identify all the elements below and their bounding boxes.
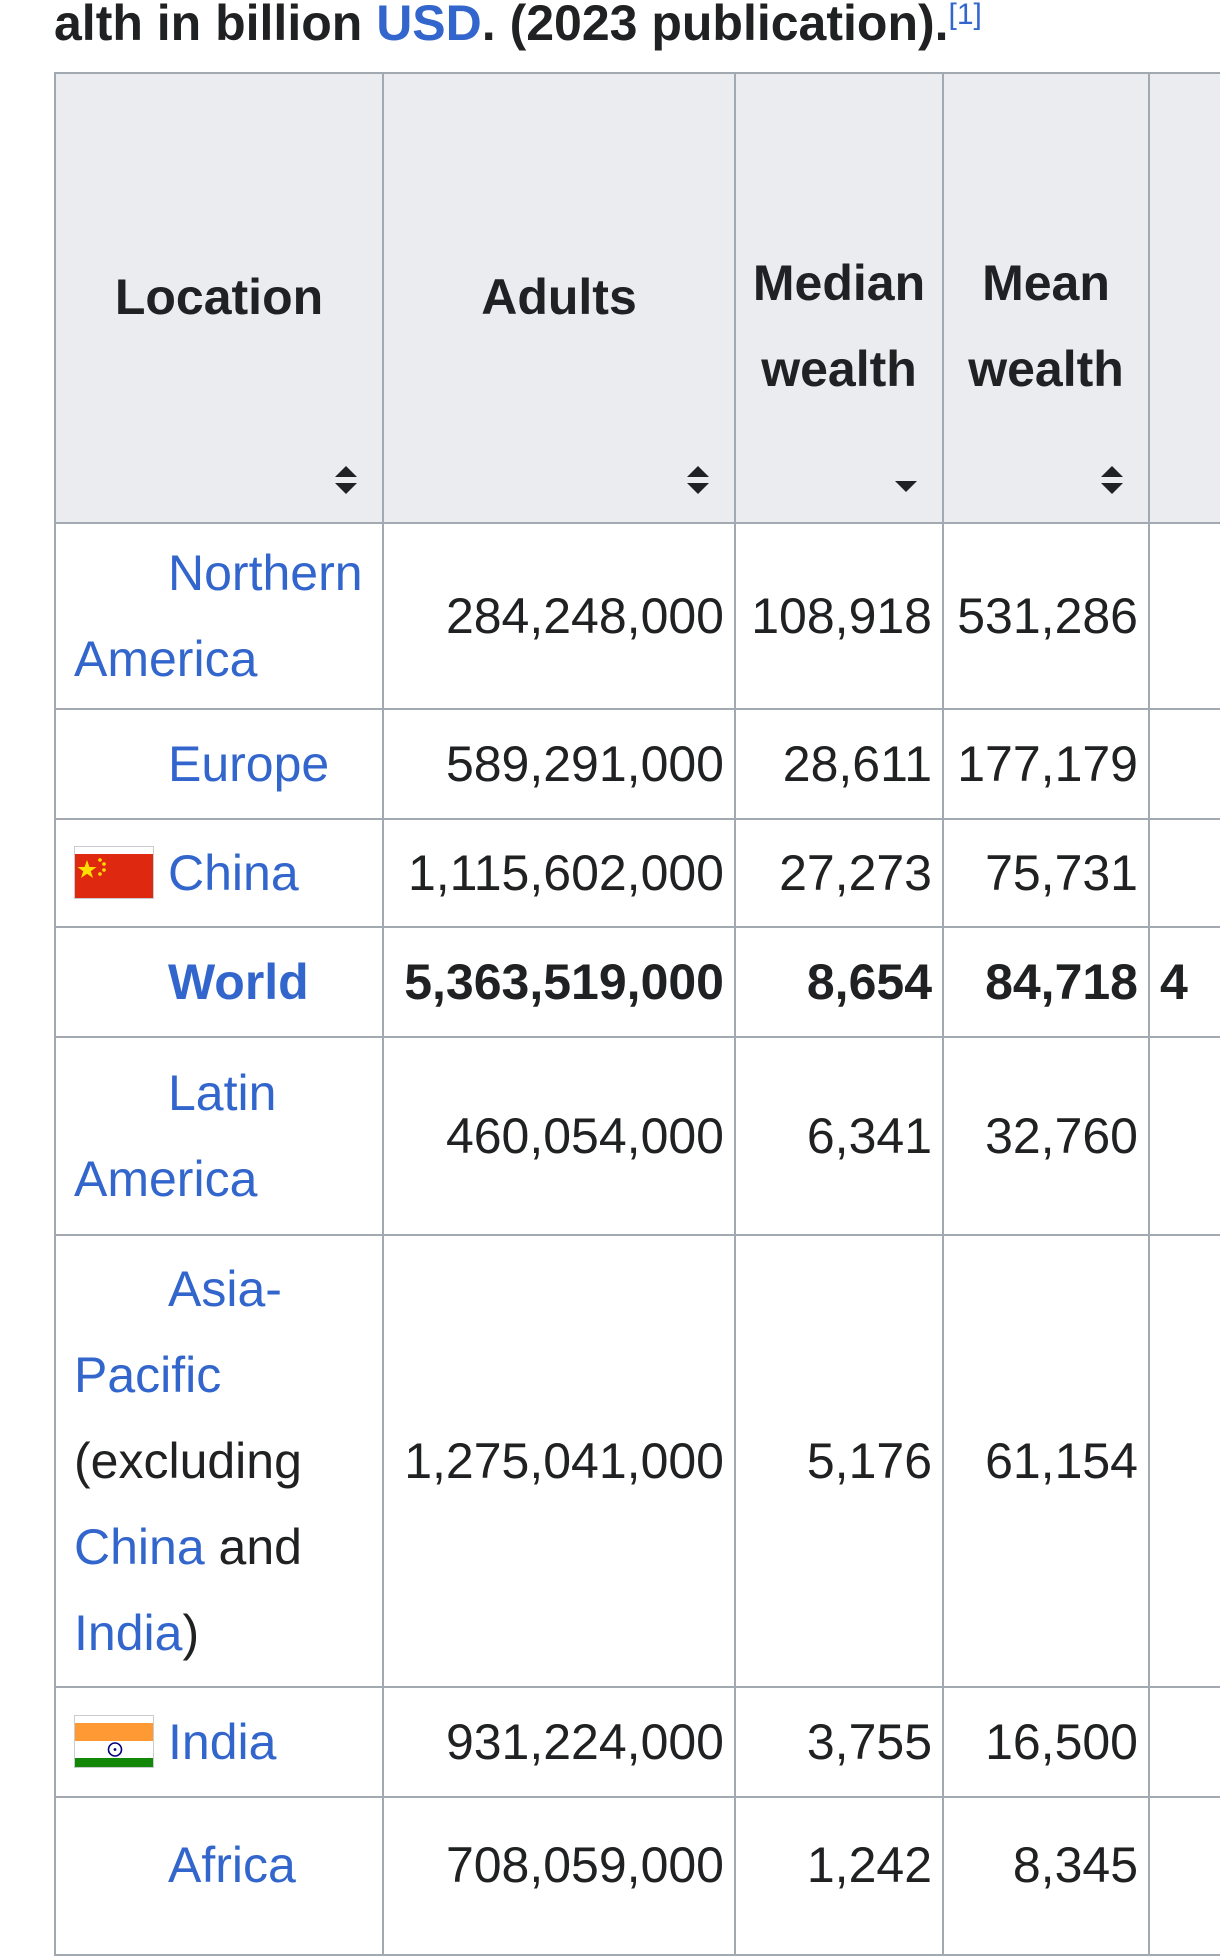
china-flag-icon[interactable] [74, 846, 154, 900]
header-adults[interactable]: Adults [382, 72, 736, 524]
adults-cell: 460,054,000 [382, 1036, 736, 1236]
reference-link[interactable]: [1] [949, 0, 982, 31]
mean-wealth-cell: 84,718 [942, 926, 1150, 1038]
next-column-cell [1148, 1036, 1220, 1236]
india-link[interactable]: India [74, 1605, 182, 1661]
next-column-cell [1148, 522, 1220, 710]
median-wealth-cell: 8,654 [734, 926, 944, 1038]
header-median-line2: wealth [761, 341, 917, 397]
location-link[interactable]: America [74, 631, 257, 687]
adults-cell: 1,275,041,000 [382, 1234, 736, 1688]
mean-wealth-cell: 32,760 [942, 1036, 1150, 1236]
median-wealth-cell: 27,273 [734, 818, 944, 928]
median-wealth-cell: 5,176 [734, 1234, 944, 1688]
median-wealth-cell: 1,242 [734, 1796, 944, 1956]
header-location-label: Location [114, 269, 324, 325]
adults-cell: 931,224,000 [382, 1686, 736, 1798]
location-link[interactable]: China [168, 845, 299, 901]
adults-cell: 708,059,000 [382, 1796, 736, 1956]
caption-suffix: . (2023 publication). [481, 0, 949, 51]
header-location[interactable]: Location [54, 72, 384, 524]
header-mean-line1: Mean [982, 255, 1110, 311]
adults-cell: 284,248,000 [382, 522, 736, 710]
median-wealth-cell: 28,611 [734, 708, 944, 820]
table-row: Northern America [54, 522, 384, 710]
table-row: Asia- Pacific (excluding China and India… [54, 1234, 384, 1688]
table-caption: alth in billion USD. (2023 publication).… [54, 0, 982, 54]
sort-descending-icon[interactable] [894, 464, 918, 496]
adults-cell: 5,363,519,000 [382, 926, 736, 1038]
sort-both-icon[interactable] [334, 464, 358, 496]
header-median-line1: Median [752, 255, 926, 311]
next-column-cell [1148, 818, 1220, 928]
table-row: China [54, 818, 384, 928]
mean-wealth-cell: 177,179 [942, 708, 1150, 820]
location-link[interactable]: Latin [168, 1065, 276, 1121]
adults-cell: 1,115,602,000 [382, 818, 736, 928]
header-adults-label: Adults [481, 269, 637, 325]
header-next-column[interactable] [1148, 72, 1220, 524]
median-wealth-cell: 3,755 [734, 1686, 944, 1798]
adults-cell: 589,291,000 [382, 708, 736, 820]
table-row: World [54, 926, 384, 1038]
median-wealth-cell: 6,341 [734, 1036, 944, 1236]
median-wealth-cell: 108,918 [734, 522, 944, 710]
location-note: (excluding [74, 1433, 302, 1489]
mean-wealth-cell: 16,500 [942, 1686, 1150, 1798]
header-median-wealth[interactable]: Median wealth [734, 72, 944, 524]
location-link[interactable]: Asia- [168, 1261, 282, 1317]
mean-wealth-cell: 531,286 [942, 522, 1150, 710]
next-column-cell [1148, 1686, 1220, 1798]
caption-prefix: alth in billion [54, 0, 377, 51]
sort-both-icon[interactable] [1100, 464, 1124, 496]
next-column-cell [1148, 708, 1220, 820]
usd-link[interactable]: USD [376, 0, 482, 51]
mean-wealth-cell: 75,731 [942, 818, 1150, 928]
header-mean-line2: wealth [968, 341, 1124, 397]
table-row: India [54, 1686, 384, 1798]
india-flag-icon[interactable] [74, 1715, 154, 1769]
next-column-cell: 4 [1148, 926, 1220, 1038]
location-link[interactable]: India [168, 1714, 276, 1770]
mean-wealth-cell: 61,154 [942, 1234, 1150, 1688]
mean-wealth-cell: 8,345 [942, 1796, 1150, 1956]
table-row: Latin America [54, 1036, 384, 1236]
location-link[interactable]: World [168, 954, 309, 1010]
location-link[interactable]: Northern [168, 545, 363, 601]
next-column-cell [1148, 1796, 1220, 1956]
location-link[interactable]: America [74, 1151, 257, 1207]
china-link[interactable]: China [74, 1519, 205, 1575]
location-link[interactable]: Europe [168, 736, 329, 792]
table-row: Africa [54, 1796, 384, 1956]
sort-both-icon[interactable] [686, 464, 710, 496]
location-link[interactable]: Pacific [74, 1347, 221, 1403]
location-link[interactable]: Africa [168, 1837, 296, 1893]
next-column-cell [1148, 1234, 1220, 1688]
table-row: Europe [54, 708, 384, 820]
header-mean-wealth[interactable]: Mean wealth [942, 72, 1150, 524]
